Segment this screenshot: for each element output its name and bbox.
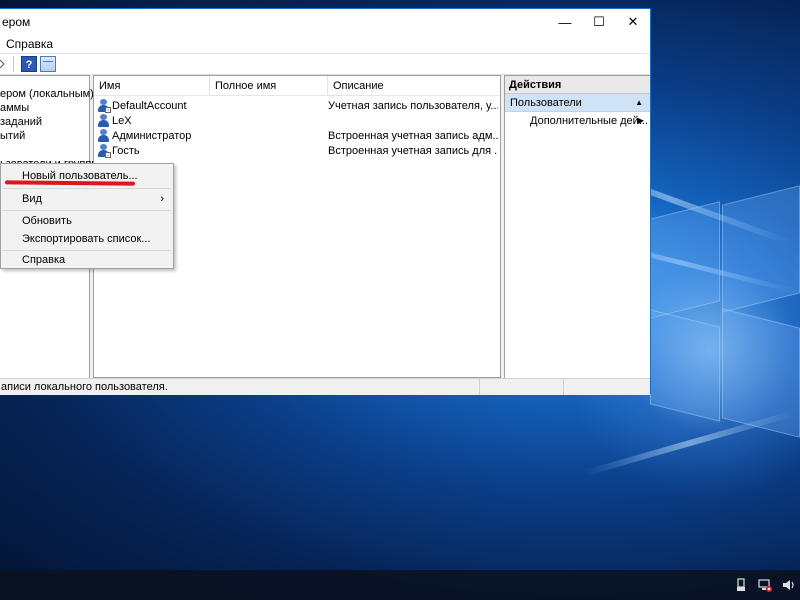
tree-item-task-scheduler[interactable]: заданий xyxy=(0,116,42,128)
menu-item-label: Экспортировать список... xyxy=(22,233,151,245)
tree-item-programs[interactable]: аммы xyxy=(0,102,29,114)
user-description: Учетная запись пользователя, у... xyxy=(328,99,498,112)
table-row[interactable]: ↓ Гость Встроенная учетная запись для ... xyxy=(94,143,500,158)
column-header-description[interactable]: Описание xyxy=(328,76,500,95)
system-tray xyxy=(734,570,800,600)
toolbar: ? xyxy=(0,53,650,75)
action-more-actions[interactable]: Дополнительные дей... ▶ xyxy=(505,112,650,130)
status-text: аписи локального пользователя. xyxy=(0,379,480,395)
help-icon[interactable]: ? xyxy=(21,56,37,72)
menu-item-view[interactable]: Вид › xyxy=(1,189,173,209)
user-icon xyxy=(97,114,110,127)
tree-item-computer-management[interactable]: ером (локальным) xyxy=(0,88,94,100)
menu-bar: Справка xyxy=(0,35,650,53)
actions-section-label: Пользователи xyxy=(510,97,582,109)
status-bar: аписи локального пользователя. xyxy=(0,378,650,395)
column-header-name[interactable]: Имя xyxy=(94,76,210,95)
user-icon: ↓ xyxy=(97,144,111,158)
menu-help[interactable]: Справка xyxy=(6,37,53,51)
user-description: Встроенная учетная запись для ... xyxy=(328,144,498,157)
menu-item-label: Вид xyxy=(22,193,42,205)
user-icon xyxy=(97,129,110,142)
minimize-button[interactable]: — xyxy=(548,9,582,35)
menu-item-export-list[interactable]: Экспортировать список... xyxy=(1,229,173,249)
usb-device-icon[interactable] xyxy=(734,578,748,592)
collapse-triangle-icon[interactable]: ▲ xyxy=(635,94,643,112)
network-disconnected-icon[interactable] xyxy=(758,578,772,592)
title-bar[interactable]: ером — ☐ ✕ xyxy=(0,9,650,35)
close-button[interactable]: ✕ xyxy=(616,9,650,35)
maximize-button[interactable]: ☐ xyxy=(582,9,616,35)
menu-item-label: Обновить xyxy=(22,215,72,227)
context-menu: Новый пользователь... Вид › Обновить Экс… xyxy=(0,163,174,269)
actions-pane: Действия Пользователи ▲ Дополнительные д… xyxy=(504,75,650,378)
menu-item-label: Справка xyxy=(22,254,66,266)
column-header-fullname[interactable]: Полное имя xyxy=(210,76,328,95)
user-name: Гость xyxy=(112,144,140,157)
window-title: ером xyxy=(2,15,31,29)
tree-item-event-viewer[interactable]: ытий xyxy=(0,130,25,142)
table-row[interactable]: Администратор Встроенная учетная запись … xyxy=(94,128,500,143)
list-header: Имя Полное имя Описание xyxy=(94,76,500,96)
user-name: Администратор xyxy=(112,129,192,142)
user-description: Встроенная учетная запись адм... xyxy=(328,129,498,142)
submenu-arrow-icon: ▶ xyxy=(637,116,644,125)
user-icon: ↓ xyxy=(97,99,111,113)
arrow-icon[interactable] xyxy=(0,56,6,72)
action-label: Дополнительные дей... xyxy=(530,115,648,127)
show-action-pane-icon[interactable] xyxy=(40,56,56,72)
status-panel xyxy=(480,379,564,395)
table-row[interactable]: LeX xyxy=(94,113,500,128)
menu-item-refresh[interactable]: Обновить xyxy=(1,211,173,231)
user-name: DefaultAccount xyxy=(112,99,187,112)
actions-title: Действия xyxy=(505,76,650,94)
table-row[interactable]: ↓ DefaultAccount Учетная запись пользоват… xyxy=(94,98,500,113)
user-name: LeX xyxy=(112,114,132,127)
taskbar xyxy=(0,570,800,600)
submenu-arrow-icon: › xyxy=(160,193,164,205)
toolbar-separator xyxy=(13,56,14,72)
actions-section-users[interactable]: Пользователи ▲ xyxy=(505,94,650,112)
volume-icon[interactable] xyxy=(782,578,796,592)
menu-item-help[interactable]: Справка xyxy=(1,250,173,270)
